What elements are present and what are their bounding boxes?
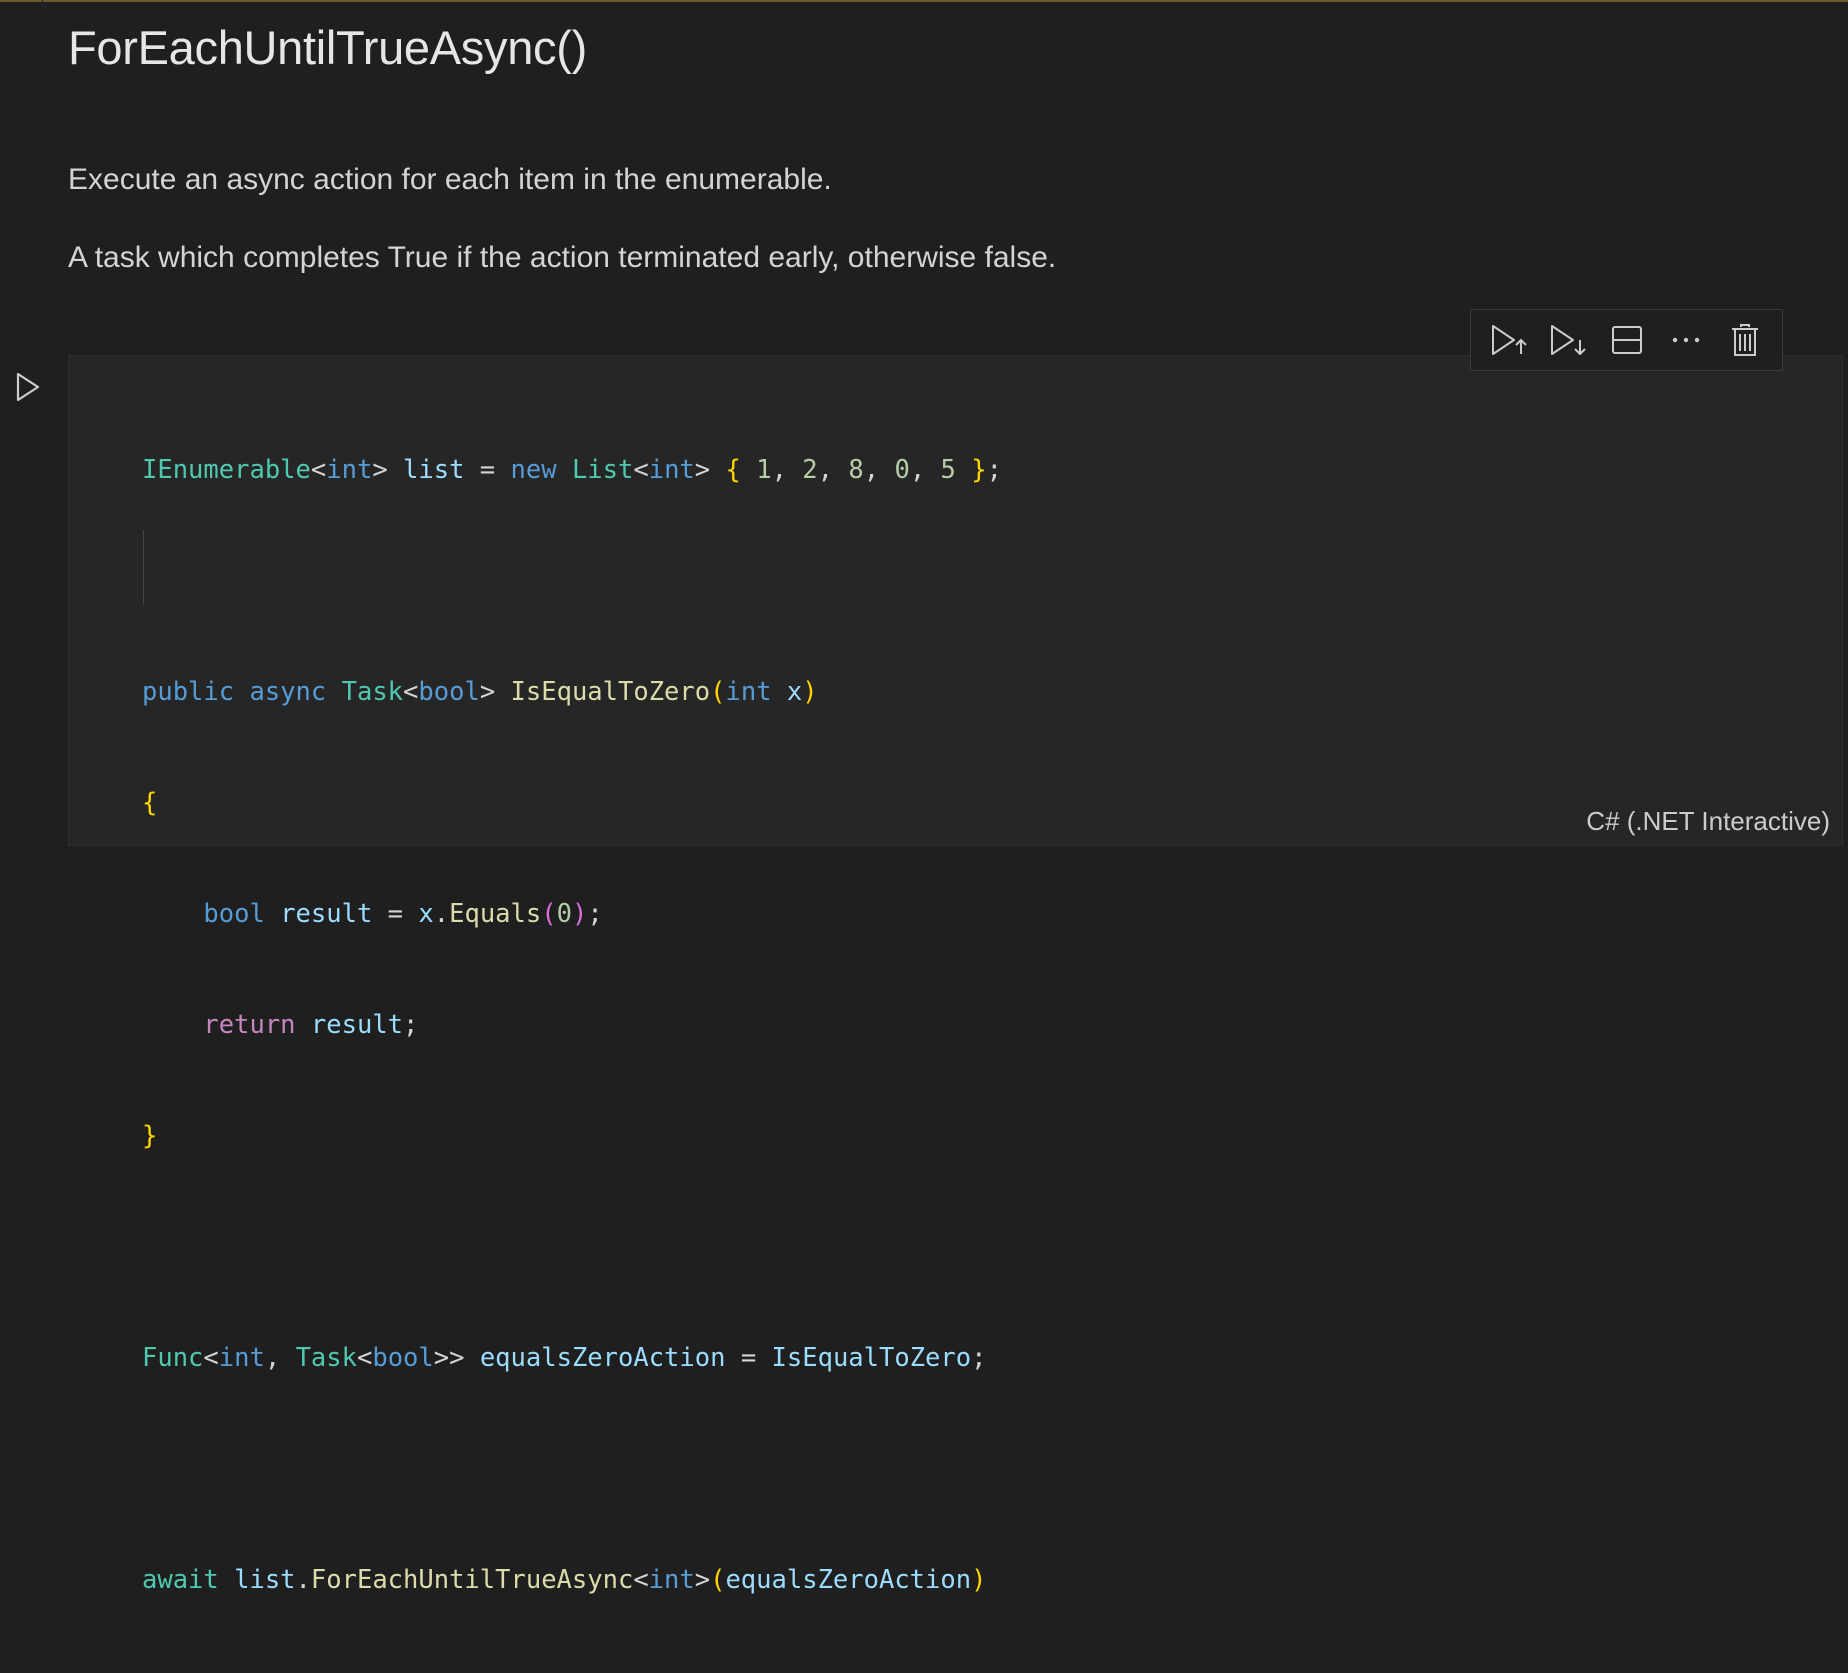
code-line-4: {: [142, 788, 158, 818]
code-line-3: public async Task<bool> IsEqualToZero(in…: [142, 677, 818, 707]
code-line-5: bool result = x.Equals(0);: [203, 899, 603, 929]
execute-above-icon: [1491, 325, 1527, 355]
run-cell-icon: [16, 372, 40, 402]
gutter-divider: [42, 0, 43, 1076]
cell-toolbar: [1470, 309, 1783, 371]
markdown-paragraph-1: Execute an async action for each item in…: [68, 163, 832, 196]
delete-icon: [1731, 324, 1758, 356]
code-line-1: IEnumerable<int> list = new List<int> { …: [142, 455, 1002, 485]
cell-language-indicator[interactable]: C# (.NET Interactive): [1586, 806, 1830, 837]
more-actions-button[interactable]: [1664, 318, 1708, 362]
more-actions-icon: [1672, 337, 1699, 343]
code-line-7: }: [142, 1121, 158, 1151]
run-cell-button[interactable]: [12, 370, 44, 404]
delete-cell-button[interactable]: [1723, 318, 1767, 362]
code-cell[interactable]: IEnumerable<int> list = new List<int> { …: [68, 355, 1843, 1595]
markdown-paragraph-2: A task which completes True if the actio…: [68, 241, 1057, 274]
execute-below-button[interactable]: [1546, 318, 1590, 362]
split-cell-icon: [1611, 326, 1642, 354]
code-line-11: await list.ForEachUntilTrueAsync<int>(eq…: [142, 1565, 987, 1595]
markdown-title: ForEachUntilTrueAsync(): [68, 21, 587, 74]
split-cell-button[interactable]: [1605, 318, 1649, 362]
code-line-6: return result;: [203, 1010, 419, 1040]
code-editor[interactable]: IEnumerable<int> list = new List<int> { …: [142, 378, 1002, 1673]
top-border: [0, 0, 1848, 2]
execute-below-icon: [1550, 325, 1586, 356]
execute-above-button[interactable]: [1487, 318, 1531, 362]
code-line-9: Func<int, Task<bool>> equalsZeroAction =…: [142, 1343, 987, 1373]
